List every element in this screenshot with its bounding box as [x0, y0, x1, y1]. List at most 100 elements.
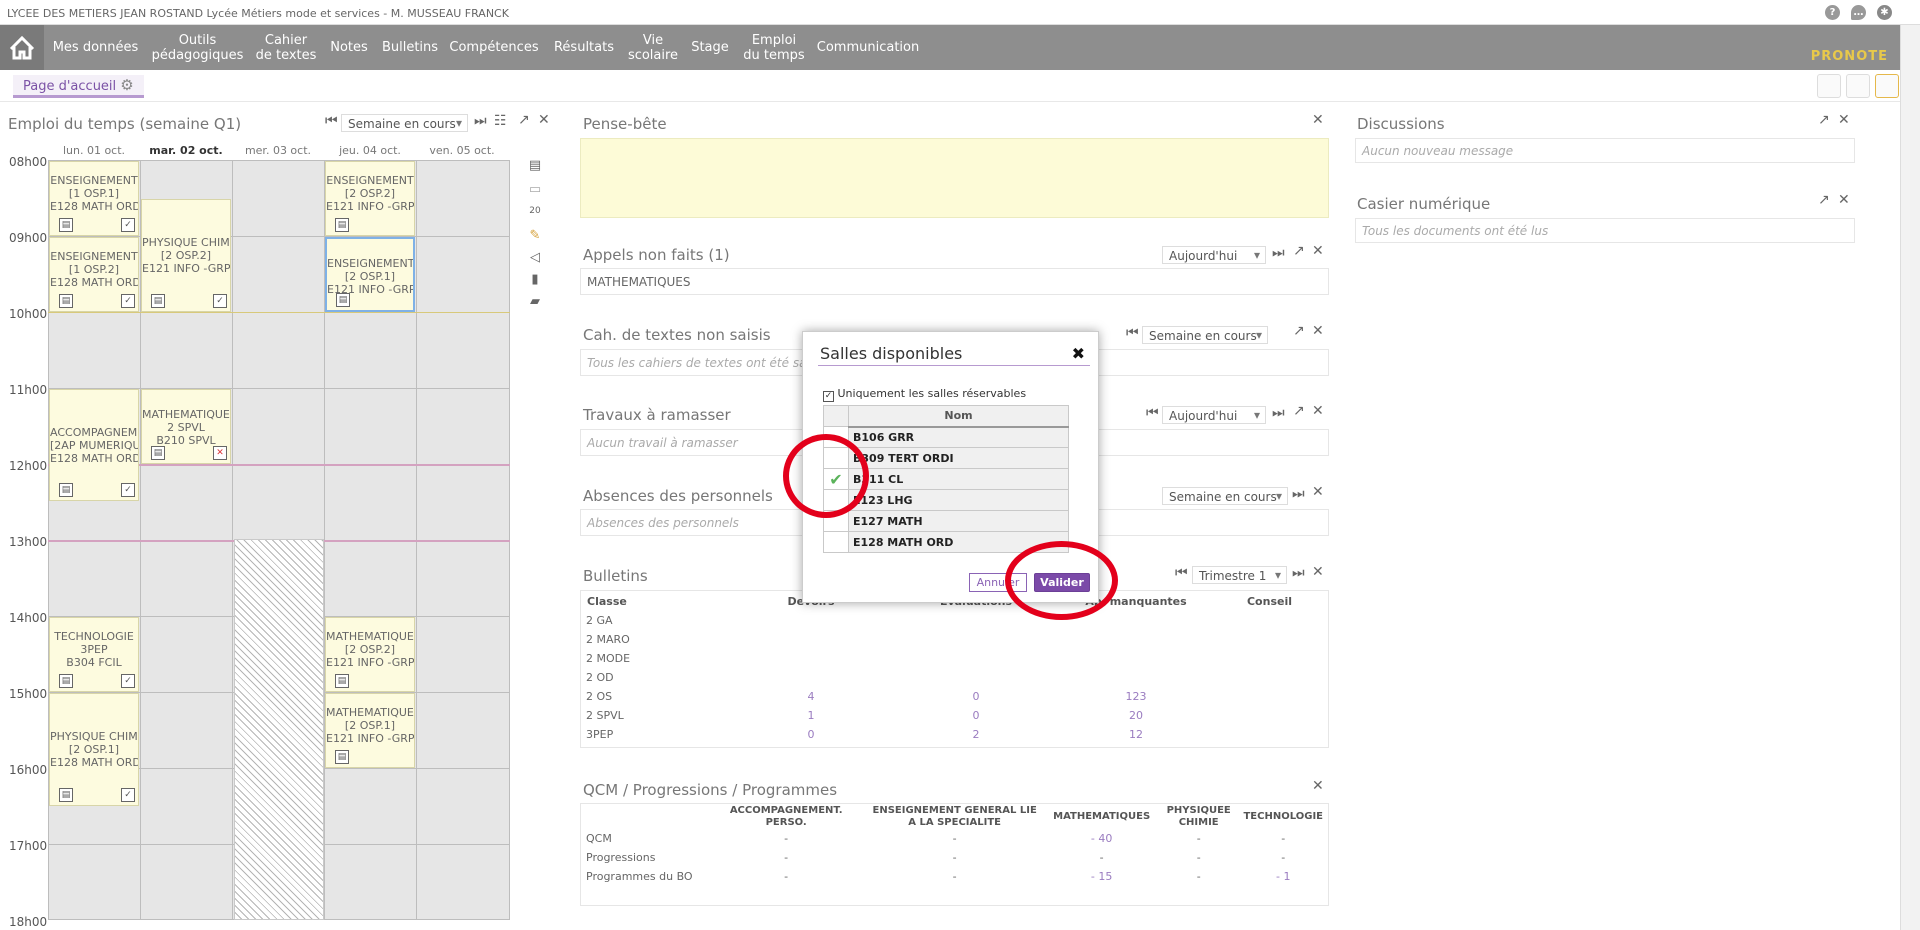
- tab-page-accueil[interactable]: Page d'accueil ⚙: [13, 75, 144, 98]
- expand-icon[interactable]: ↗: [1293, 323, 1305, 339]
- print-icon[interactable]: [1846, 74, 1870, 98]
- nav-resultats[interactable]: Résultats: [544, 25, 624, 70]
- cell[interactable]: 123: [1061, 687, 1211, 706]
- cell[interactable]: 4: [731, 687, 891, 706]
- table-row[interactable]: 2 OS 4 0 123: [581, 687, 1328, 706]
- table-row[interactable]: 2 GA: [581, 611, 1328, 630]
- grades-icon[interactable]: 20: [527, 206, 543, 220]
- close-icon[interactable]: ✖: [1072, 344, 1085, 363]
- chat-icon[interactable]: …: [1851, 5, 1866, 20]
- check-icon[interactable]: ✓: [121, 788, 135, 802]
- next-week-icon[interactable]: ⏭: [474, 113, 487, 129]
- check-icon[interactable]: ✓: [121, 483, 135, 497]
- room-row[interactable]: B106 GRR: [823, 426, 1069, 448]
- cahiers-select[interactable]: Semaine en cours: [1142, 326, 1268, 344]
- next-icon[interactable]: ⏭: [1292, 486, 1305, 502]
- nav-communication[interactable]: Communication: [810, 25, 926, 70]
- table-row[interactable]: 2 SPVL 1 0 20: [581, 706, 1328, 725]
- alert-icon[interactable]: ✕: [213, 446, 227, 460]
- table-row[interactable]: 2 MARO: [581, 630, 1328, 649]
- gear-icon[interactable]: ⚙: [120, 76, 133, 94]
- absences-select[interactable]: Semaine en cours: [1162, 487, 1288, 505]
- mail-icon[interactable]: [1875, 74, 1899, 98]
- cell[interactable]: - 40: [1044, 829, 1158, 848]
- home-button[interactable]: [0, 25, 44, 70]
- close-icon[interactable]: ✕: [1312, 323, 1324, 339]
- nav-cahier-de-textes[interactable]: Cahier de textes: [250, 25, 322, 70]
- nav-emploi-du-temps[interactable]: Emploi du temps: [738, 25, 810, 70]
- close-icon[interactable]: ✕: [1312, 112, 1324, 128]
- course-block[interactable]: ENSEIGNEMENT [2 OSP.2] E121 INFO -GRP ▤: [325, 161, 415, 236]
- cell[interactable]: 20: [1061, 706, 1211, 725]
- layout-icon[interactable]: ☷: [494, 113, 507, 129]
- check-icon[interactable]: ✓: [121, 218, 135, 232]
- nav-outils-pedagogiques[interactable]: Outils pédagogiques: [145, 25, 250, 70]
- homework-icon[interactable]: ▤: [59, 294, 73, 308]
- table-row[interactable]: 2 MODE: [581, 649, 1328, 668]
- course-block-selected[interactable]: ENSEIGNEMENT [2 OSP.1] E121 INFO -GRP ▤: [325, 237, 415, 312]
- prev-icon[interactable]: ⏮: [1126, 325, 1139, 341]
- expand-icon[interactable]: ↗: [518, 112, 530, 128]
- course-block[interactable]: MATHEMATIQUES 2 SPVL B210 SPVL ▤ ✕: [141, 389, 231, 464]
- expand-icon[interactable]: ↗: [1293, 403, 1305, 419]
- close-icon[interactable]: ✕: [538, 112, 550, 128]
- next-icon[interactable]: ⏭: [1272, 405, 1285, 421]
- cell[interactable]: 12: [1061, 725, 1211, 744]
- expand-icon[interactable]: ↗: [1818, 112, 1830, 128]
- settings-icon[interactable]: ✱: [1877, 5, 1892, 20]
- homework-icon[interactable]: ▤: [335, 750, 349, 764]
- homework-icon[interactable]: ▤: [59, 218, 73, 232]
- pense-bete-note[interactable]: [580, 138, 1329, 218]
- cell[interactable]: - 15: [1044, 867, 1158, 886]
- cell[interactable]: 2: [891, 725, 1061, 744]
- prev-icon[interactable]: ⏮: [1146, 405, 1159, 421]
- course-block[interactable]: ENSEIGNEMENT [1 OSP.2] E128 MATH ORD ▤ ✓: [49, 237, 139, 312]
- homework-icon[interactable]: ▤: [336, 293, 350, 307]
- travaux-select[interactable]: Aujourd'hui: [1162, 406, 1266, 424]
- next-icon[interactable]: ⏭: [1272, 245, 1285, 261]
- homework-icon[interactable]: ▤: [335, 218, 349, 232]
- prev-icon[interactable]: ⏮: [1175, 565, 1188, 581]
- bulletins-select[interactable]: Trimestre 1: [1192, 566, 1287, 584]
- save-icon[interactable]: [1817, 74, 1841, 98]
- table-row[interactable]: 2 OD: [581, 668, 1328, 687]
- room-row[interactable]: E127 MATH: [823, 510, 1069, 532]
- course-block[interactable]: MATHEMATIQUES [2 OSP.2] E121 INFO -GRP ▤: [325, 617, 415, 692]
- course-block[interactable]: PHYSIQUE CHIMIE [2 OSP.1] E128 MATH ORD ▤…: [49, 693, 139, 806]
- nav-notes[interactable]: Notes: [322, 25, 376, 70]
- reservable-filter[interactable]: ✓ Uniquement les salles réservables: [823, 387, 1026, 402]
- close-icon[interactable]: ✕: [1838, 192, 1850, 208]
- calculator-icon[interactable]: ▮: [527, 272, 543, 287]
- appels-select[interactable]: Aujourd'hui: [1162, 246, 1266, 264]
- nav-bulletins[interactable]: Bulletins: [376, 25, 444, 70]
- cell[interactable]: - 1: [1238, 867, 1328, 886]
- table-row[interactable]: Progressions - - - - -: [581, 848, 1328, 867]
- expand-icon[interactable]: ↗: [1818, 192, 1830, 208]
- course-block[interactable]: PHYSIQUE CHIMIE [2 OSP.2] E121 INFO -GRP…: [141, 199, 231, 312]
- close-icon[interactable]: ✕: [1312, 403, 1324, 419]
- homework-icon[interactable]: ▤: [59, 483, 73, 497]
- color-icon[interactable]: ✎: [527, 228, 543, 243]
- tag-icon[interactable]: ◁: [527, 250, 543, 265]
- group-icon[interactable]: ▰: [527, 294, 543, 309]
- course-block[interactable]: ENSEIGNEMENT [1 OSP.1] E128 MATH ORD ▤ ✓: [49, 161, 139, 236]
- cell[interactable]: 0: [891, 687, 1061, 706]
- close-icon[interactable]: ✕: [1312, 243, 1324, 259]
- nav-vie-scolaire[interactable]: Vie scolaire: [624, 25, 682, 70]
- appels-content[interactable]: MATHEMATIQUES: [587, 275, 691, 289]
- document-icon[interactable]: ▤: [527, 158, 543, 173]
- table-row[interactable]: 3PEP 0 2 12: [581, 725, 1328, 744]
- table-row[interactable]: QCM - - - 40 - -: [581, 829, 1328, 848]
- check-icon[interactable]: ✓: [121, 294, 135, 308]
- check-icon[interactable]: ✓: [213, 294, 227, 308]
- comment-icon[interactable]: ▭: [527, 182, 543, 197]
- course-block[interactable]: TECHNOLOGIE 3PEP B304 FCIL ▤ ✓: [49, 617, 139, 692]
- help-icon[interactable]: ?: [1825, 5, 1840, 20]
- check-icon[interactable]: ✓: [121, 674, 135, 688]
- checkbox[interactable]: ✓: [823, 391, 834, 402]
- cell[interactable]: 0: [731, 725, 891, 744]
- close-icon[interactable]: ✕: [1312, 484, 1324, 500]
- homework-icon[interactable]: ▤: [151, 446, 165, 460]
- prev-week-icon[interactable]: ⏮: [325, 113, 338, 129]
- room-checkbox[interactable]: [823, 531, 849, 553]
